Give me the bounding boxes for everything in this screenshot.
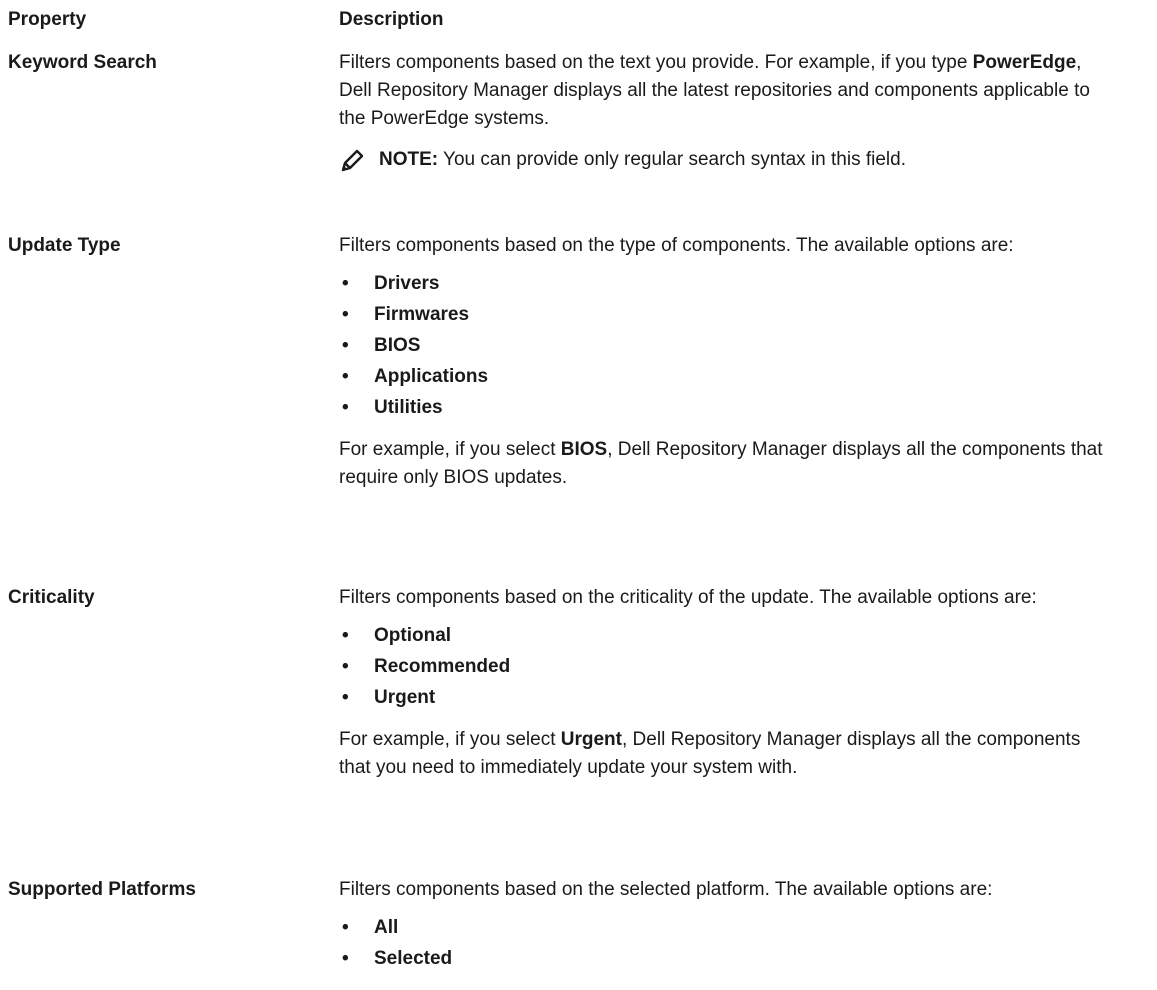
property-criticality: Criticality [8,587,95,608]
note-content: NOTE: You can provide only regular searc… [379,146,906,174]
note-text: You can provide only regular search synt… [438,149,906,170]
desc-text-pre: Filters components based on the text you… [339,52,973,73]
description-criticality: Filters components based on the critical… [339,584,1109,782]
description-supported-platforms: Filters components based on the selected… [339,876,1109,974]
note-label: NOTE: [379,149,439,170]
description-text: Filters components based on the selected… [339,879,993,900]
list-item: • Selected [342,948,453,969]
description-keyword-search: Filters components based on the text you… [339,49,1109,174]
description-update-type: Filters components based on the type of … [339,232,1109,492]
list-item: • Urgent [342,687,436,708]
description-text: Filters components based on the critical… [339,587,1037,608]
options-list: • All • Selected [339,912,1109,974]
list-item: • Optional [342,625,452,646]
table-header: Property Description [8,6,1108,36]
list-item: • BIOS [342,335,421,356]
property-supported-platforms: Supported Platforms [8,879,196,900]
example-text: For example, if you select BIOS, Dell Re… [339,439,1103,488]
list-item: • Utilities [342,397,443,418]
description-text: Filters components based on the type of … [339,235,1014,256]
header-property: Property [8,9,87,30]
list-item: • All [342,917,399,938]
property-keyword-search: Keyword Search [8,52,157,73]
property-update-type: Update Type [8,235,121,256]
list-item: • Recommended [342,656,511,677]
example-text: For example, if you select Urgent, Dell … [339,729,1081,778]
note-pencil-icon [341,148,365,172]
description-text: Filters components based on the text you… [339,49,1109,133]
list-item: • Firmwares [342,304,470,325]
document-page: Property Description Keyword Search Filt… [0,0,1157,990]
list-item: • Applications [342,366,489,387]
options-list: • Optional • Recommended • Urgent [339,620,1109,713]
header-description: Description [339,9,444,30]
list-item: • Drivers [342,273,440,294]
desc-text-bold: PowerEdge [972,52,1077,73]
options-list: • Drivers • Firmwares • BIOS • Applications … [339,268,1109,423]
note-box: NOTE: You can provide only regular searc… [339,146,1109,174]
